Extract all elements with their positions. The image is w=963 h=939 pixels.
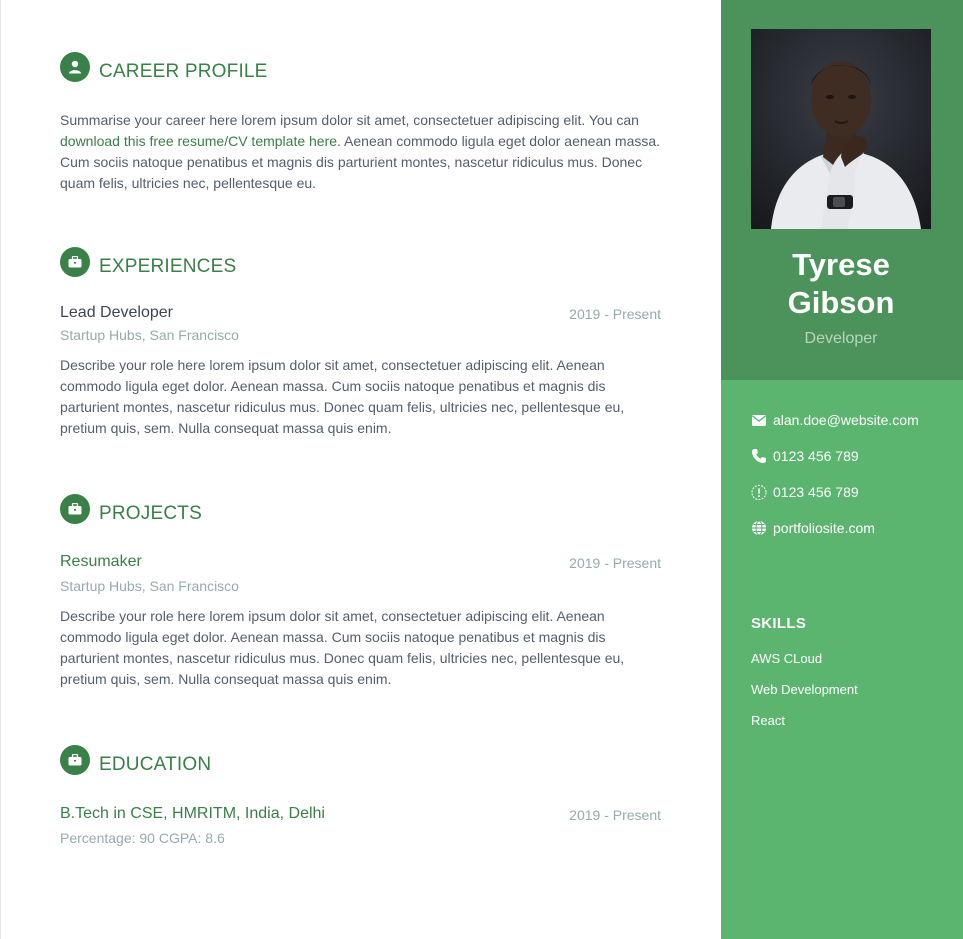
- projects-header: PROJECTS: [60, 494, 661, 526]
- projects-title: PROJECTS: [99, 503, 202, 524]
- skill-item: Web Development: [751, 682, 858, 697]
- phone-icon: [751, 448, 767, 464]
- career-text-before: Summarise your career here lorem ipsum d…: [60, 112, 639, 128]
- email-text: alan.doe@website.com: [773, 412, 919, 428]
- envelope-icon: [751, 412, 767, 428]
- education-degree: B.Tech in CSE, HMRITM, India, Delhi: [60, 805, 325, 822]
- project-date: 2019 - Present: [569, 555, 661, 571]
- download-template-link[interactable]: download this free resume/CV template he…: [60, 133, 337, 149]
- mobile-text: 0123 456 789: [773, 484, 859, 500]
- career-profile-title: CAREER PROFILE: [99, 61, 268, 82]
- education-section: EDUCATION B.Tech in CSE, HMRITM, India, …: [60, 745, 661, 848]
- contact-mobile[interactable]: 0123 456 789: [751, 482, 951, 502]
- experience-item-header: Lead Developer 2019 - Present: [60, 303, 661, 325]
- sidebar: Tyrese Gibson Developer alan.doe@website…: [721, 0, 963, 939]
- contact-phone[interactable]: 0123 456 789: [751, 446, 951, 466]
- phone-text: 0123 456 789: [773, 448, 859, 464]
- project-description: Describe your role here lorem ipsum dolo…: [60, 608, 625, 687]
- profile-photo: [751, 29, 931, 229]
- profile-container: Tyrese Gibson Developer: [721, 0, 963, 380]
- experiences-header: EXPERIENCES: [60, 247, 661, 279]
- project-item-header: Resumaker 2019 - Present: [60, 552, 661, 574]
- profile-role: Developer: [804, 330, 878, 347]
- user-icon: [60, 52, 90, 82]
- skill-item: AWS CLoud: [751, 651, 823, 666]
- profile-name: Tyrese Gibson: [721, 246, 961, 322]
- education-title: EDUCATION: [99, 754, 212, 775]
- projects-section: PROJECTS Resumaker 2019 - Present Startu…: [60, 494, 661, 690]
- experiences-section: EXPERIENCES Lead Developer 2019 - Presen…: [60, 247, 661, 439]
- globe-icon: [751, 520, 767, 536]
- contact-email[interactable]: alan.doe@website.com: [751, 410, 951, 430]
- experience-description: Describe your role here lorem ipsum dolo…: [60, 357, 625, 436]
- education-item-header: B.Tech in CSE, HMRITM, India, Delhi 2019…: [60, 804, 661, 826]
- experience-role: Lead Developer: [60, 304, 173, 321]
- briefcase-icon: [60, 247, 90, 277]
- experiences-title: EXPERIENCES: [99, 256, 237, 277]
- profile-first-name: Tyrese: [792, 247, 890, 282]
- education-date: 2019 - Present: [569, 807, 661, 823]
- briefcase-icon: [60, 745, 90, 775]
- education-score: Percentage: 90 CGPA: 8.6: [60, 830, 225, 846]
- skill-item: React: [751, 713, 785, 728]
- main-column: CAREER PROFILE Summarise your career her…: [0, 0, 721, 939]
- skills-title: SKILLS: [751, 615, 807, 632]
- project-name: Resumaker: [60, 553, 142, 570]
- career-profile-header: CAREER PROFILE: [60, 52, 661, 84]
- project-company: Startup Hubs, San Francisco: [60, 578, 239, 594]
- education-header: EDUCATION: [60, 745, 661, 777]
- experience-date: 2019 - Present: [569, 306, 661, 322]
- website-text: portfoliosite.com: [773, 520, 875, 536]
- briefcase-icon: [60, 494, 90, 524]
- career-summary: Summarise your career here lorem ipsum d…: [60, 110, 661, 194]
- experience-company: Startup Hubs, San Francisco: [60, 327, 239, 343]
- mobile-alert-icon: [751, 484, 767, 500]
- profile-last-name: Gibson: [787, 285, 895, 320]
- contact-website[interactable]: portfoliosite.com: [751, 518, 951, 538]
- career-profile-section: CAREER PROFILE Summarise your career her…: [60, 52, 661, 194]
